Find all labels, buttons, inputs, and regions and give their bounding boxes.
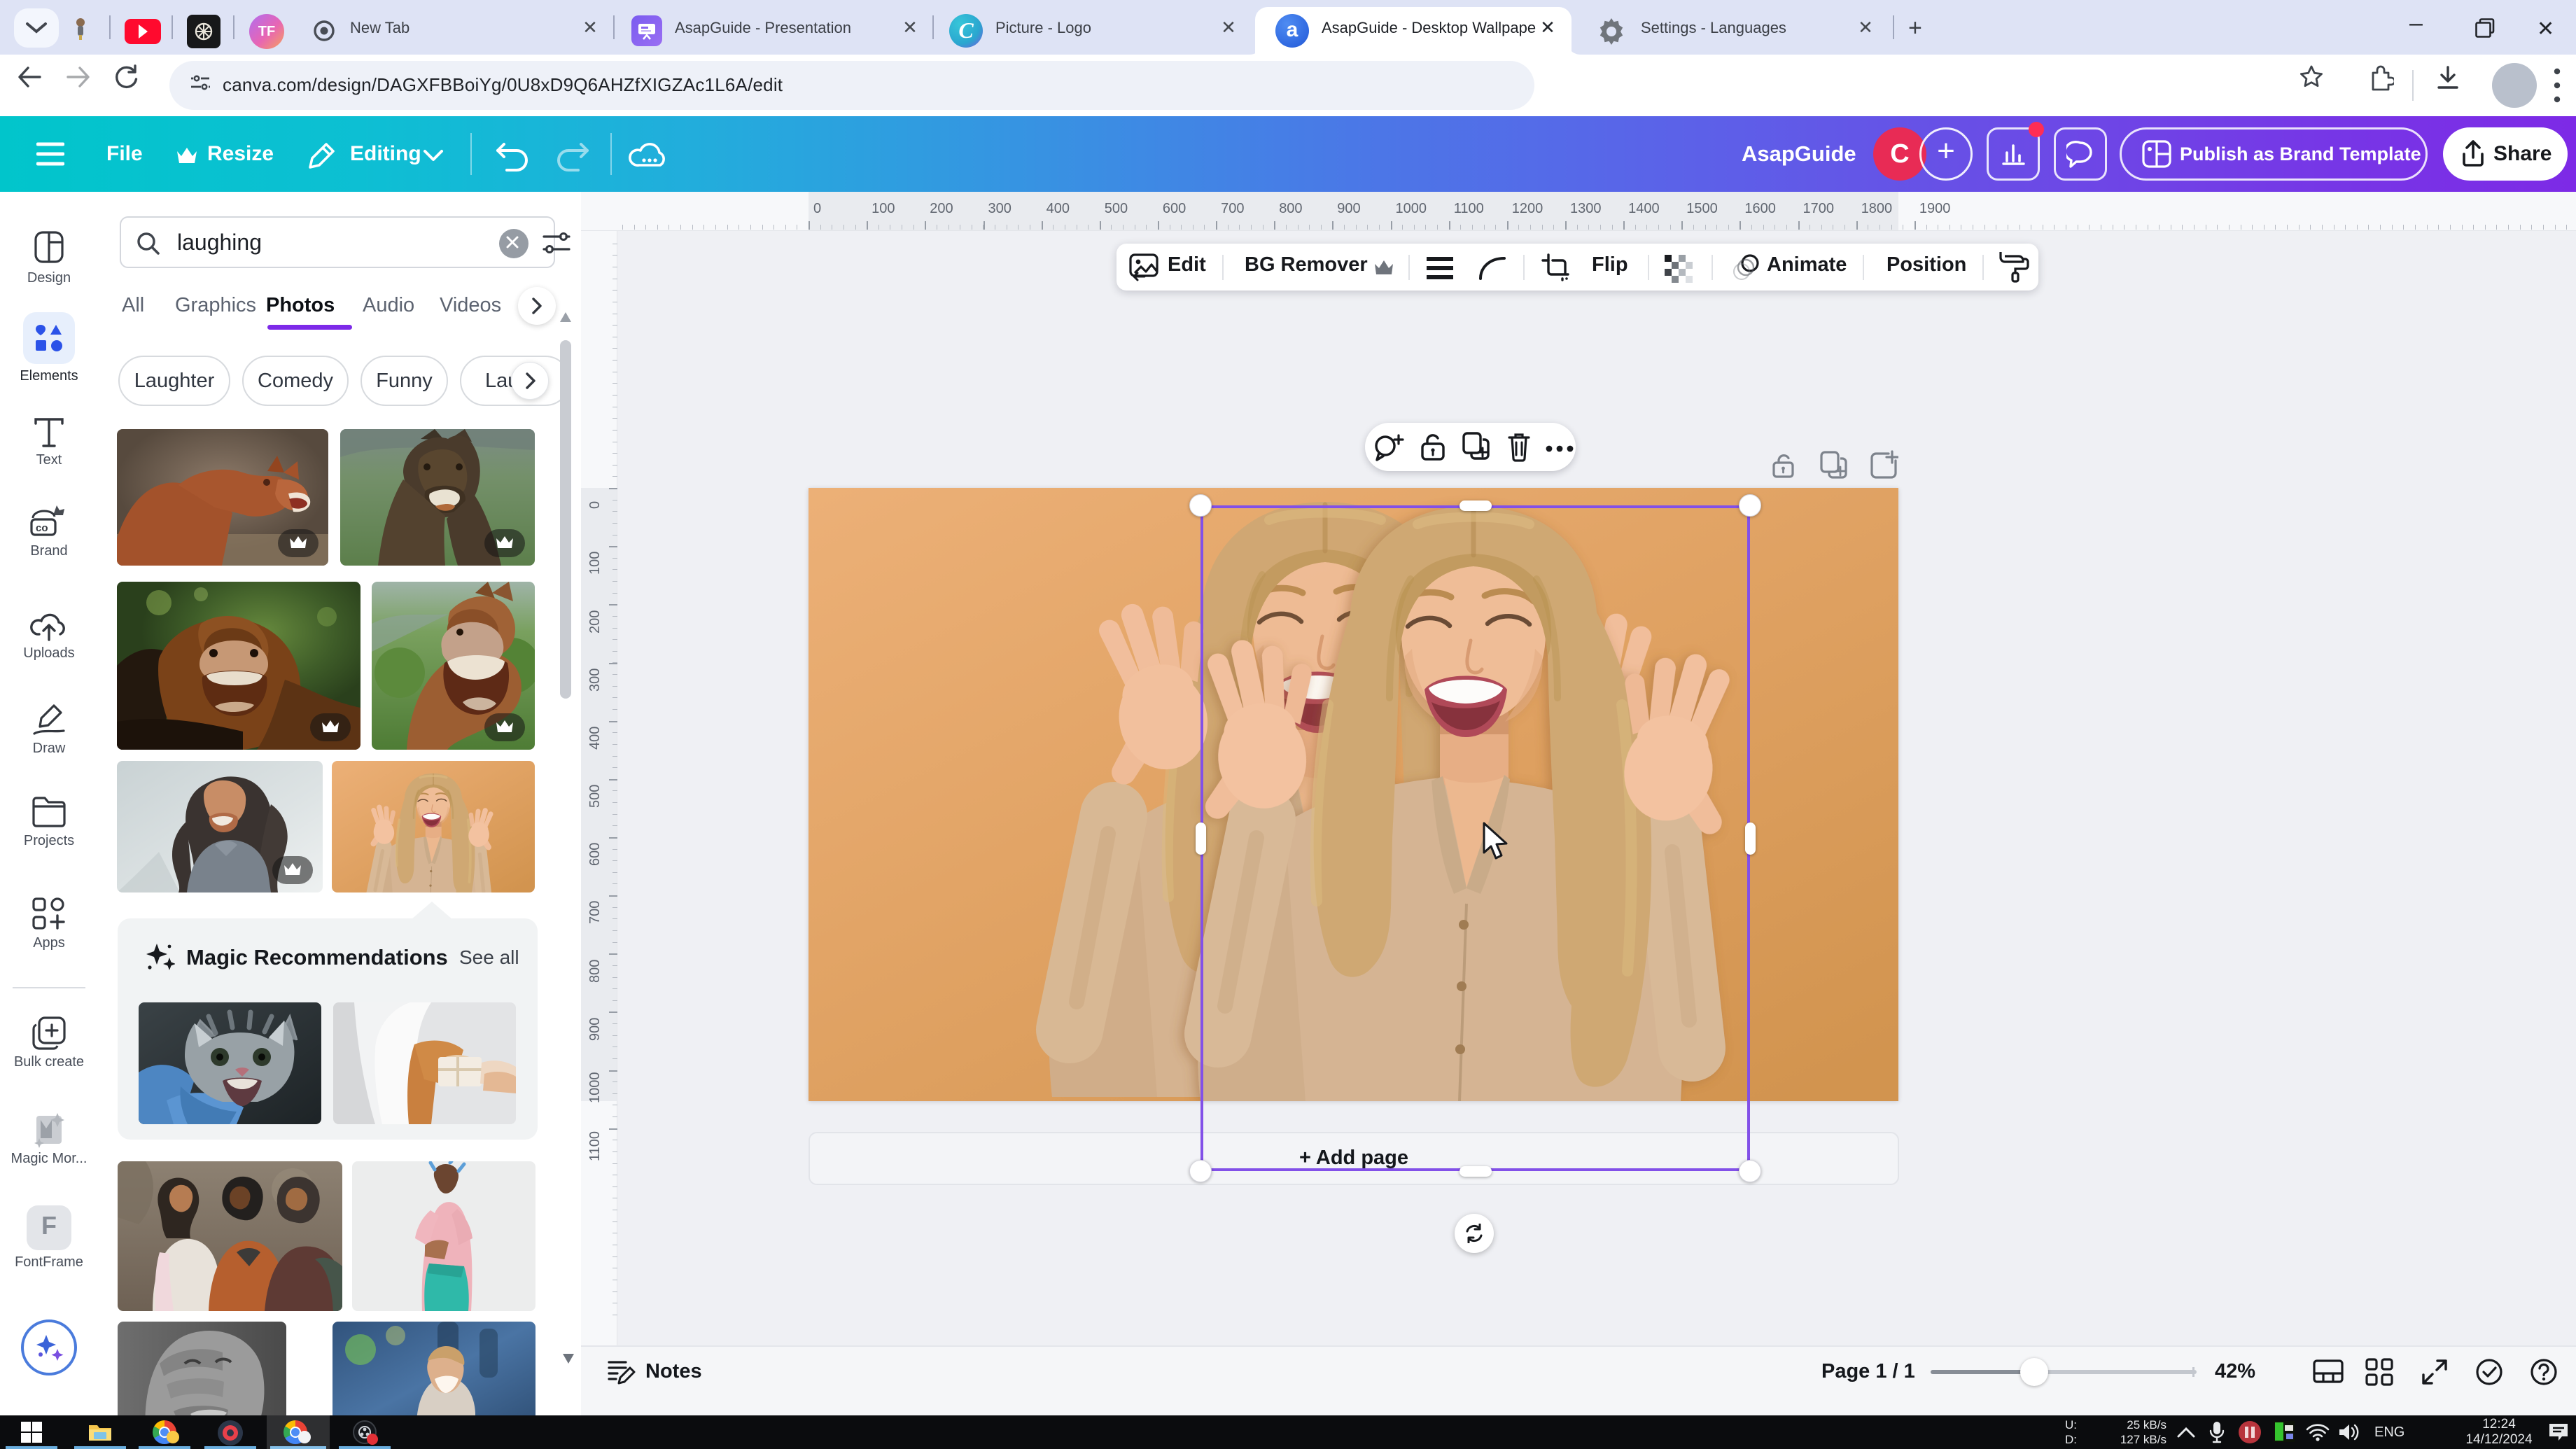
svg-text:co: co — [36, 522, 48, 534]
